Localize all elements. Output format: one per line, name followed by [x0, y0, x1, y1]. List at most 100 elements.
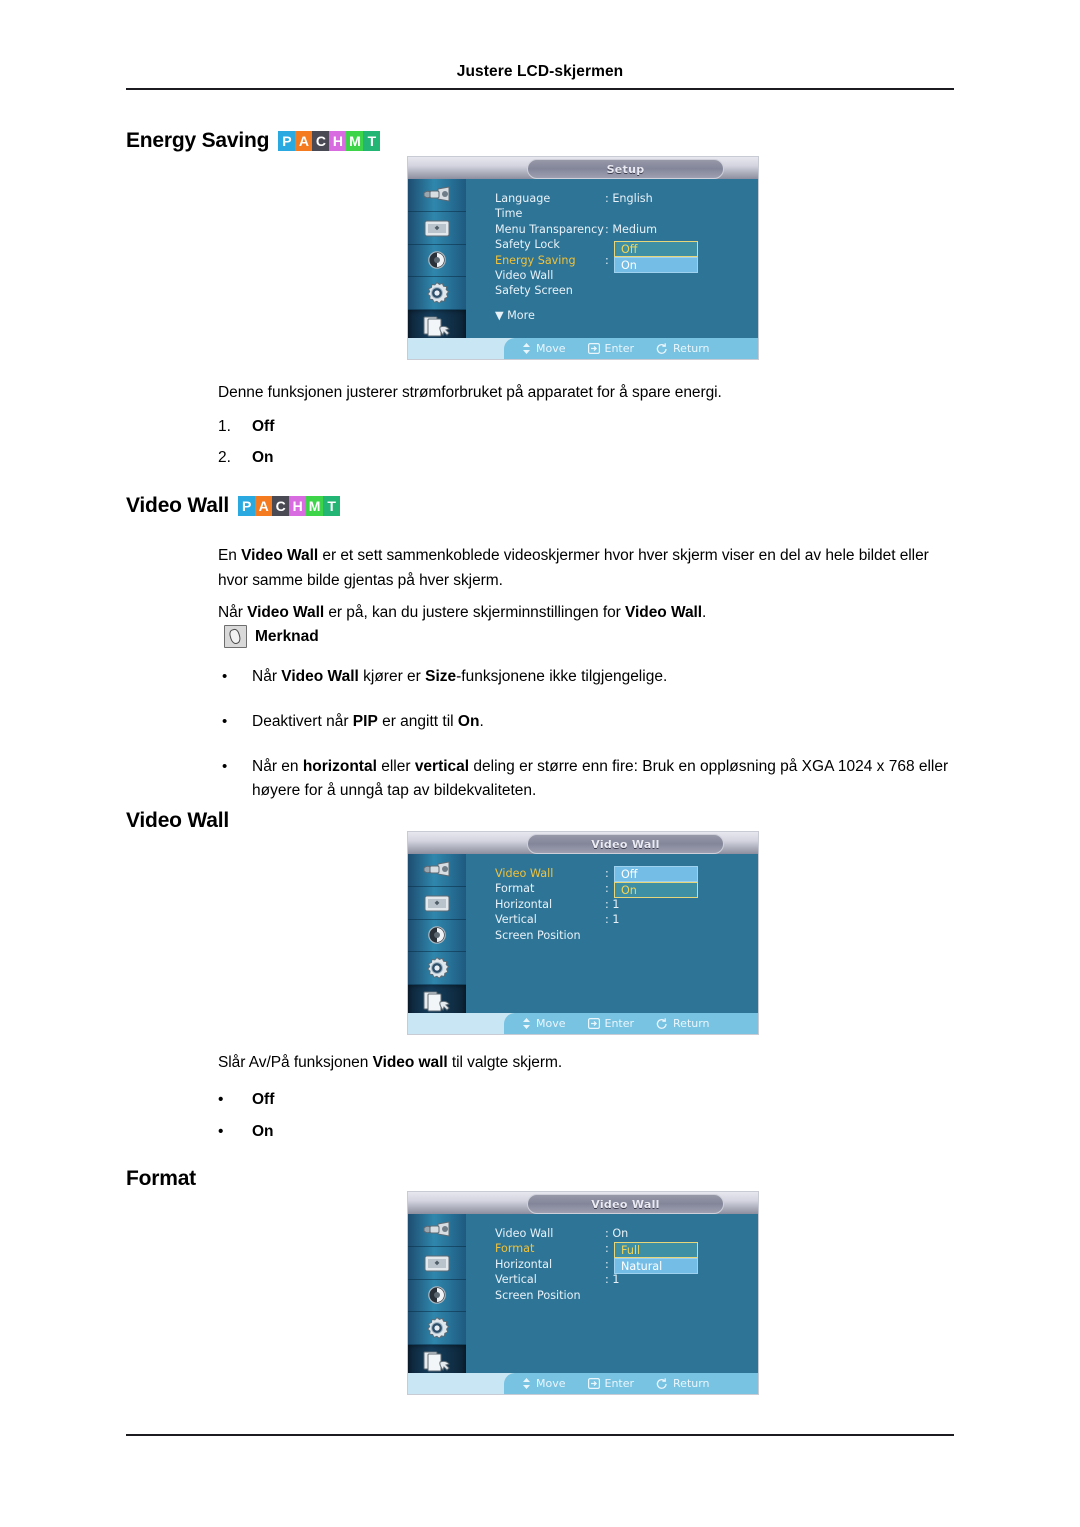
- heading-video-wall-sub-text: Video Wall: [126, 809, 230, 832]
- badge-letter-h: H: [289, 495, 307, 516]
- text-fragment: til valgte skjerm.: [447, 1054, 563, 1071]
- osd-option-unselected[interactable]: Natural: [614, 1258, 698, 1274]
- osd-value-dropdown[interactable]: Off On: [614, 241, 698, 273]
- osd-option-selected[interactable]: On: [614, 882, 698, 898]
- text-fragment: En: [218, 547, 242, 564]
- bullet-icon: •: [218, 1091, 224, 1108]
- osd-menu-item-value: :: [605, 867, 609, 880]
- text-emphasis: Video Wall: [281, 668, 359, 685]
- osd-menu-item[interactable]: Video Wall: On: [495, 1226, 745, 1241]
- enter-icon: [587, 1018, 600, 1029]
- heading-energy-saving: Energy Saving PACHMT: [126, 130, 381, 151]
- osd-value-dropdown[interactable]: Full Natural: [614, 1242, 698, 1274]
- osd-icon-picture[interactable]: [408, 887, 466, 920]
- osd-hint-return: Return: [656, 1017, 710, 1030]
- osd-option-selected[interactable]: Off: [614, 241, 698, 257]
- osd-icon-input[interactable]: [408, 179, 466, 212]
- osd-footer-hints: Move Enter Return: [504, 338, 758, 359]
- osd-hint-label: Move: [536, 1377, 566, 1390]
- osd-menu-item-label: Video Wall: [495, 1227, 554, 1240]
- bullet-icon: •: [222, 668, 228, 685]
- heading-video-wall-text: Video Wall: [126, 494, 230, 517]
- text-fragment: Når: [252, 668, 282, 685]
- osd-menu-item[interactable]: Horizontal : 1: [495, 897, 745, 912]
- osd-title-text: Video Wall: [591, 837, 660, 851]
- osd-menu-item[interactable]: Safety Screen: [495, 283, 745, 298]
- osd-menu-item-value: : Medium: [605, 222, 658, 236]
- video-wall-paragraph-1: En Video Wall er et sett sammenkoblede v…: [218, 543, 960, 593]
- osd-icon-sound[interactable]: [408, 920, 466, 953]
- move-icon: [522, 1018, 531, 1029]
- badge-letter-a: A: [255, 495, 273, 516]
- osd-menu-item[interactable]: Time: [495, 206, 745, 221]
- osd-hint-label: Enter: [604, 1017, 635, 1030]
- list-item-label: On: [252, 1123, 274, 1140]
- osd-menu-item-label: Horizontal: [495, 897, 553, 911]
- badge-letter-c: C: [312, 130, 330, 151]
- osd-option-unselected[interactable]: Off: [614, 866, 698, 882]
- text-fragment: er et sett sammenkoblede videoskjermer h…: [218, 547, 929, 589]
- osd-menu-item-value: : 1: [605, 913, 620, 927]
- list-item: • Deaktivert når PIP er angitt til On.: [218, 710, 960, 734]
- osd-menu-item-label: Screen Position: [495, 928, 581, 942]
- text-fragment: er på, kan du justere skjerminnstillinge…: [324, 604, 626, 621]
- osd-hint-enter: Enter: [587, 1017, 635, 1030]
- osd-hint-return: Return: [656, 342, 710, 355]
- osd-option-selected[interactable]: Full: [614, 1242, 698, 1258]
- document-page: Justere LCD-skjermen Energy Saving PACHM…: [0, 0, 1080, 1527]
- osd-icon-setup[interactable]: [408, 952, 466, 986]
- osd-footer: Move Enter Return: [408, 338, 758, 359]
- badge-letter-m: M: [346, 130, 364, 151]
- badge-letter-m: M: [306, 495, 324, 516]
- osd-icon-sound[interactable]: [408, 1280, 466, 1313]
- osd-title-pill: Setup: [527, 159, 724, 179]
- osd-icon-picture[interactable]: [408, 212, 466, 245]
- osd-menu-item-label: Format: [495, 1242, 535, 1256]
- list-item-label: Off: [252, 418, 275, 435]
- list-item-label: Når en horizontal eller vertical deling …: [252, 755, 960, 803]
- osd-hint-label: Move: [536, 1017, 566, 1030]
- osd-menu-body: Video Wall: On Format: Horizontal: Vertical…: [466, 1214, 758, 1373]
- osd-hint-label: Return: [673, 1377, 710, 1390]
- text-emphasis: vertical: [414, 758, 470, 775]
- badge-letter-p: P: [278, 130, 296, 151]
- osd-icon-input[interactable]: [408, 854, 466, 887]
- text-fragment: .: [479, 713, 484, 730]
- osd-more-item[interactable]: ▼ More: [495, 308, 745, 323]
- osd-value-dropdown[interactable]: Off On: [614, 866, 698, 898]
- osd-screenshot-format: Video Wall Video Wall: On Format: Horizonta…: [408, 1192, 758, 1394]
- osd-title-bar: Setup: [408, 157, 758, 179]
- bullet-icon: •: [222, 713, 228, 730]
- text-fragment: Når: [218, 604, 248, 621]
- osd-menu-item[interactable]: Screen Position: [495, 1288, 745, 1303]
- osd-menu-item-value: : 1: [605, 897, 620, 911]
- return-icon: [656, 1377, 668, 1390]
- osd-menu-item-label: Video Wall: [495, 269, 554, 283]
- move-icon: [522, 343, 531, 354]
- heading-format: Format: [126, 1168, 196, 1189]
- osd-menu-item-label: Energy Saving: [495, 253, 576, 267]
- badge-letter-a: A: [295, 130, 313, 151]
- osd-icon-setup[interactable]: [408, 1312, 466, 1346]
- bullet-icon: •: [222, 758, 228, 775]
- osd-menu-item[interactable]: Menu Transparency: Medium: [495, 222, 745, 237]
- osd-menu-item[interactable]: Language: English: [495, 191, 745, 206]
- osd-menu-item[interactable]: Screen Position: [495, 928, 745, 943]
- text-fragment: Slår Av/På funksjonen: [218, 1054, 373, 1071]
- badge-letter-p: P: [238, 495, 256, 516]
- osd-menu-item[interactable]: Vertical: 1: [495, 912, 745, 927]
- osd-menu-item-value: :: [605, 253, 609, 267]
- osd-icon-input[interactable]: [408, 1214, 466, 1247]
- osd-title-text: Setup: [606, 162, 645, 176]
- note-label: Merknad: [255, 627, 319, 645]
- osd-icon-sound[interactable]: [408, 245, 466, 278]
- list-item-label: Når Video Wall kjører er Size-funksjonen…: [252, 665, 960, 689]
- osd-sidebar: [408, 854, 466, 1018]
- osd-menu-item-label: Horizontal: [495, 1257, 553, 1271]
- running-head: Justere LCD-skjermen: [456, 63, 624, 80]
- osd-option-unselected[interactable]: On: [614, 257, 698, 273]
- osd-icon-setup[interactable]: [408, 277, 466, 311]
- osd-menu-item-label: Menu Transparency: [495, 222, 604, 236]
- osd-icon-picture[interactable]: [408, 1247, 466, 1280]
- osd-menu-item[interactable]: Vertical: 1: [495, 1272, 745, 1287]
